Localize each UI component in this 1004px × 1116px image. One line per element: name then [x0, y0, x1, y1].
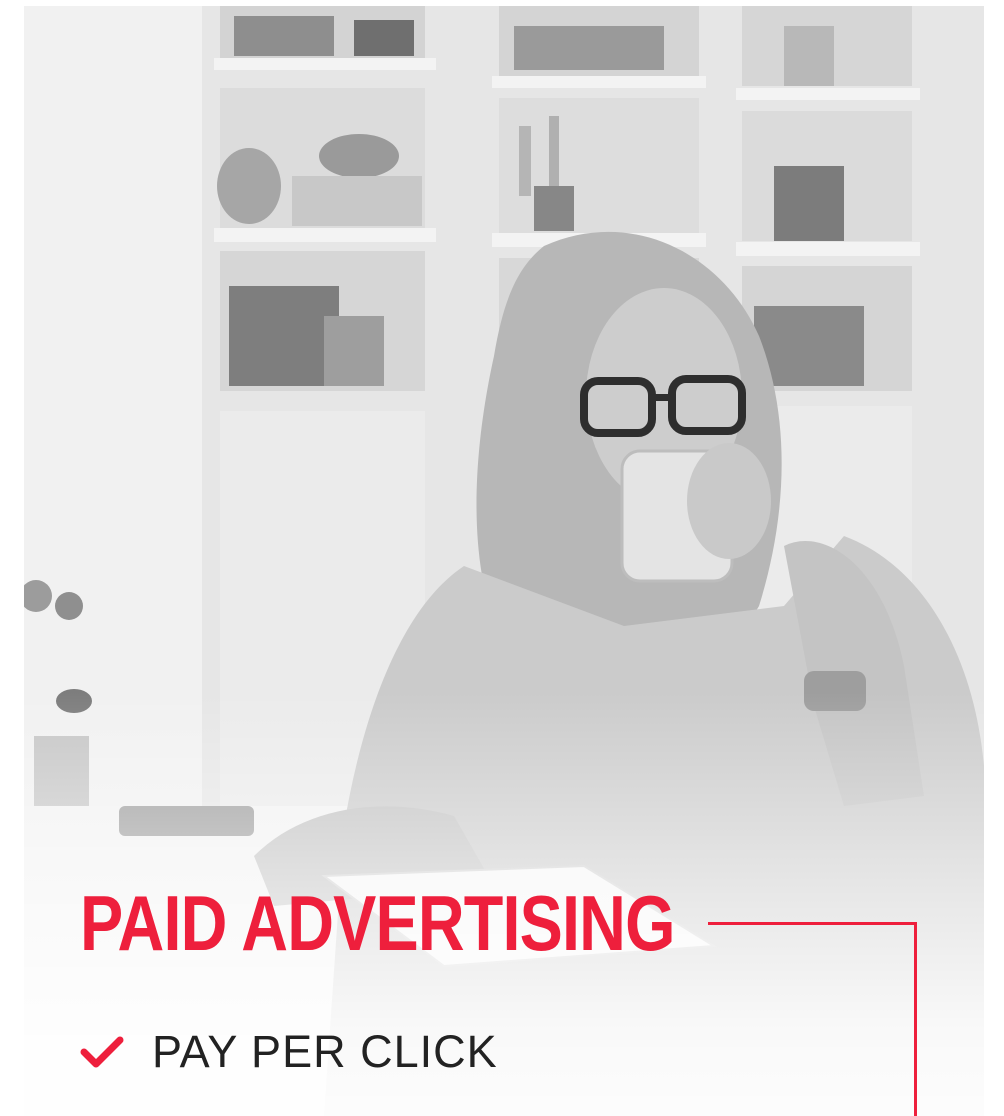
hero-card: PAID ADVERTISING PAY PER CLICK — [0, 0, 1004, 1116]
accent-line — [708, 922, 917, 1116]
headline: PAID ADVERTISING — [80, 879, 675, 967]
feature-item: PAY PER CLICK — [80, 1024, 498, 1080]
feature-label: PAY PER CLICK — [152, 1026, 498, 1077]
check-icon — [80, 1036, 124, 1068]
